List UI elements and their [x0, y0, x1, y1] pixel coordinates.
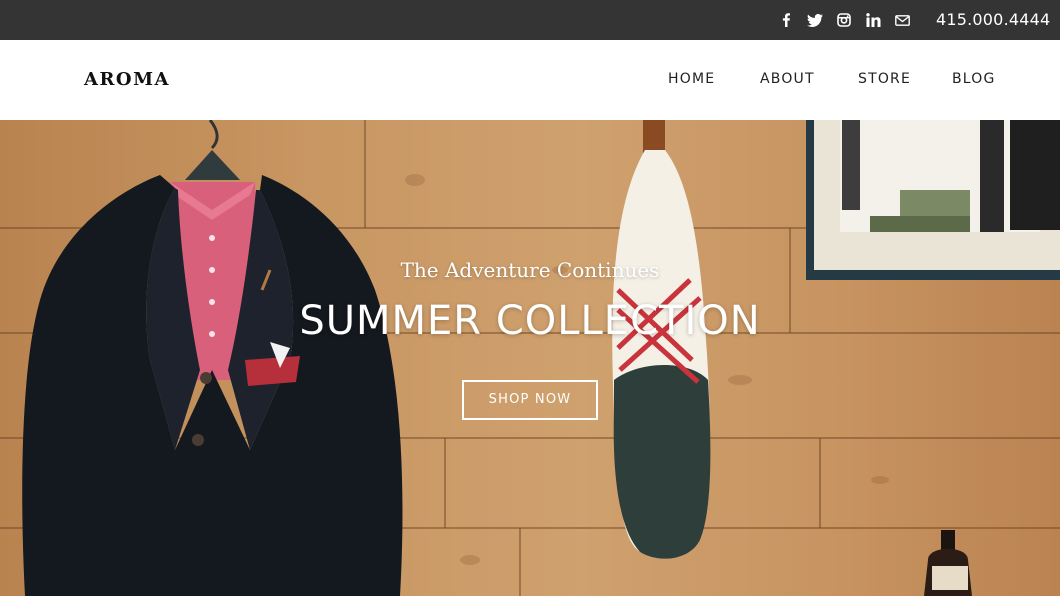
phone-number[interactable]: 415.000.4444	[936, 0, 1050, 40]
hero-subtitle: The Adventure Continues	[400, 258, 660, 282]
top-bar: 415.000.4444	[0, 0, 1060, 40]
hero-banner: The Adventure Continues SUMMER COLLECTIO…	[0, 120, 1060, 596]
hero-content: The Adventure Continues SUMMER COLLECTIO…	[0, 120, 1060, 596]
mail-icon[interactable]	[892, 10, 912, 30]
hero-title: SUMMER COLLECTION	[299, 298, 761, 344]
nav-store[interactable]: STORE	[858, 40, 911, 120]
nav-blog[interactable]: BLOG	[952, 40, 996, 120]
nav-about[interactable]: ABOUT	[760, 40, 815, 120]
facebook-icon[interactable]	[776, 10, 796, 30]
site-header: AROMA HOME ABOUT STORE BLOG	[0, 40, 1060, 120]
shop-now-button[interactable]: SHOP NOW	[462, 380, 598, 420]
nav-home[interactable]: HOME	[668, 40, 715, 120]
twitter-icon[interactable]	[805, 10, 825, 30]
logo[interactable]: AROMA	[84, 40, 170, 120]
instagram-icon[interactable]	[834, 10, 854, 30]
linkedin-icon[interactable]	[863, 10, 883, 30]
